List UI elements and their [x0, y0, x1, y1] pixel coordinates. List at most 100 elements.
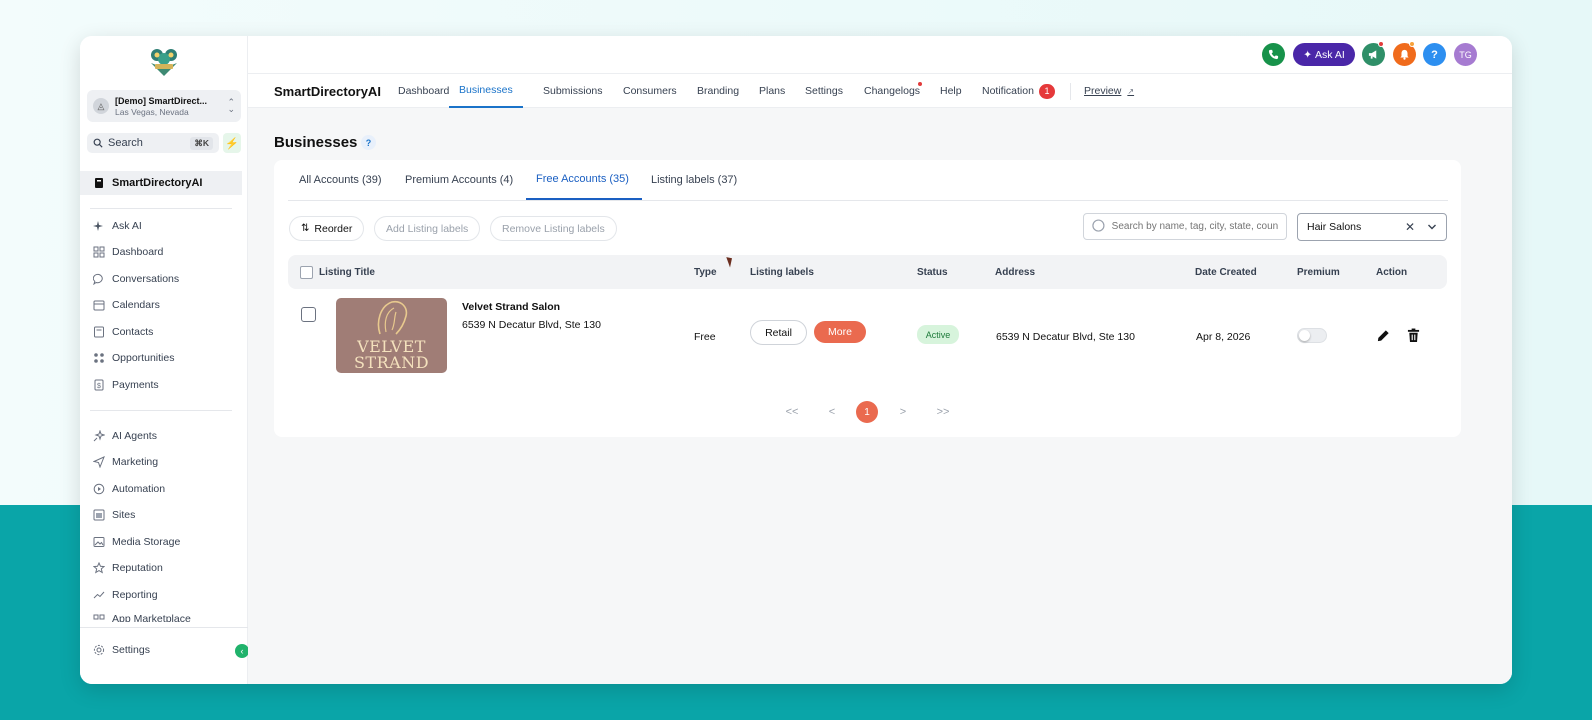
payments-icon: $	[92, 379, 105, 392]
sidebar-item-label: Automation	[112, 483, 166, 495]
sidebar-item-ai-agents[interactable]: AI Agents	[80, 425, 242, 447]
notification-count-badge: 1	[1038, 83, 1055, 99]
sidebar-item-contacts[interactable]: Contacts	[80, 321, 242, 343]
sidebar-item-media-storage[interactable]: Media Storage	[80, 531, 242, 553]
search-box[interactable]	[1083, 213, 1287, 240]
top-bar: ✦ Ask AI ? TG	[248, 36, 1512, 74]
dashboard-icon	[92, 246, 105, 259]
avatar[interactable]: TG	[1454, 43, 1477, 66]
col-listing-title: Listing Title	[319, 266, 375, 278]
sidebar-search-label: Search	[108, 137, 143, 149]
phone-icon[interactable]	[1262, 43, 1285, 66]
page-1-button[interactable]: 1	[856, 401, 878, 423]
first-page-icon[interactable]: <<	[784, 402, 800, 422]
ai-agents-icon	[92, 430, 105, 443]
gear-icon	[92, 644, 105, 657]
more-labels-button[interactable]: More	[814, 321, 866, 343]
help-icon[interactable]: ?	[1423, 43, 1446, 66]
edit-pencil-icon[interactable]	[1375, 327, 1391, 343]
label-retail[interactable]: Retail	[750, 320, 807, 345]
sidebar-item-automation[interactable]: Automation	[80, 478, 242, 500]
apps-icon	[92, 613, 105, 622]
lightning-icon[interactable]: ⚡	[223, 133, 241, 153]
preview-link[interactable]: Preview ↗	[1084, 74, 1134, 108]
tab-submissions[interactable]: Submissions	[543, 74, 603, 108]
col-premium: Premium	[1297, 266, 1340, 278]
woman-silhouette-logo-icon	[377, 300, 408, 335]
tab-branding[interactable]: Branding	[697, 74, 739, 108]
listing-address: 6539 N Decatur Blvd, Ste 130	[996, 331, 1135, 343]
tab-help[interactable]: Help	[940, 74, 962, 108]
sidebar-item-ask-ai[interactable]: Ask AI	[80, 215, 242, 237]
tab-free-accounts[interactable]: Free Accounts (35)	[526, 160, 642, 200]
category-filter-select[interactable]: Hair Salons ✕	[1297, 213, 1447, 241]
clear-icon[interactable]: ✕	[1405, 220, 1415, 234]
calendar-icon	[92, 299, 105, 312]
sidebar-item-reputation[interactable]: Reputation	[80, 557, 242, 579]
page-help-icon[interactable]: ?	[361, 135, 376, 150]
remove-listing-labels-button[interactable]: Remove Listing labels	[490, 216, 617, 241]
tab-notification[interactable]: Notification 1	[982, 74, 1055, 108]
sidebar-item-sites[interactable]: Sites	[80, 504, 242, 526]
sidebar-item-dashboard[interactable]: Dashboard	[80, 241, 242, 263]
sidebar-item-label: Settings	[112, 644, 150, 656]
col-listing-labels: Listing labels	[750, 266, 814, 278]
next-page-icon[interactable]: >	[898, 402, 908, 422]
tab-premium-accounts[interactable]: Premium Accounts (4)	[405, 160, 513, 200]
trend-icon	[92, 589, 105, 602]
sidebar-item-reporting[interactable]: Reporting	[80, 584, 242, 606]
select-all-checkbox[interactable]	[300, 255, 313, 289]
tab-notification-label: Notification	[982, 85, 1034, 97]
sidebar-item-smartdirectoryai[interactable]: SmartDirectoryAI	[80, 171, 242, 195]
sidebar-item-conversations[interactable]: Conversations	[80, 268, 242, 290]
book-icon	[92, 177, 105, 190]
last-page-icon[interactable]: >>	[935, 402, 951, 422]
delete-trash-icon[interactable]	[1405, 327, 1421, 343]
add-listing-labels-button[interactable]: Add Listing labels	[374, 216, 481, 241]
premium-toggle[interactable]	[1297, 328, 1327, 343]
prev-page-icon[interactable]: <	[827, 402, 837, 422]
listing-subtitle: 6539 N Decatur Blvd, Ste 130	[462, 319, 601, 331]
contacts-icon	[92, 326, 105, 339]
sort-icon: ⇅	[301, 223, 310, 234]
col-status: Status	[917, 266, 948, 278]
sidebar-item-label: Media Storage	[112, 536, 181, 548]
tab-all-accounts[interactable]: All Accounts (39)	[299, 160, 382, 200]
listing-title[interactable]: Velvet Strand Salon	[462, 301, 560, 313]
brand-title: SmartDirectoryAI	[274, 84, 381, 99]
sidebar-item-label: Contacts	[112, 326, 154, 338]
external-link-icon: ↗	[1127, 86, 1135, 96]
sidebar-divider	[80, 627, 248, 628]
sub-navigation: SmartDirectoryAI Dashboard Businesses Su…	[248, 74, 1512, 108]
tab-listing-labels[interactable]: Listing labels (37)	[651, 160, 737, 200]
search-input[interactable]	[1111, 221, 1278, 232]
sidebar-item-marketing[interactable]: Marketing	[80, 451, 242, 473]
chevron-down-icon[interactable]	[1427, 222, 1437, 232]
sidebar-item-calendars[interactable]: Calendars	[80, 294, 242, 316]
sparkle-icon	[92, 220, 105, 233]
main-content: Businesses ? All Accounts (39) Premium A…	[248, 108, 1512, 684]
sidebar-item-settings[interactable]: Settings	[80, 639, 242, 661]
collapse-sidebar-icon[interactable]: ‹	[235, 644, 249, 658]
listings-card: All Accounts (39) Premium Accounts (4) F…	[274, 160, 1461, 437]
reorder-button[interactable]: ⇅ Reorder	[289, 216, 365, 241]
row-checkbox[interactable]	[301, 307, 316, 322]
announcement-dot	[1378, 41, 1384, 47]
ask-ai-button[interactable]: ✦ Ask AI	[1293, 43, 1355, 66]
sidebar-item-label: Conversations	[112, 273, 180, 285]
tab-consumers[interactable]: Consumers	[623, 74, 677, 108]
tab-settings[interactable]: Settings	[805, 74, 843, 108]
svg-text:$: $	[97, 383, 101, 390]
sidebar-item-payments[interactable]: $ Payments	[80, 374, 242, 396]
tab-dashboard[interactable]: Dashboard	[398, 74, 449, 108]
sidebar-item-label: App Marketplace	[112, 613, 191, 622]
location-switcher[interactable]: ◬ [Demo] SmartDirect... Las Vegas, Nevad…	[87, 90, 241, 122]
preview-label: Preview	[1084, 85, 1122, 97]
tab-businesses[interactable]: Businesses	[449, 74, 523, 108]
sidebar-item-opportunities[interactable]: Opportunities	[80, 347, 242, 369]
tab-changelogs[interactable]: Changelogs	[864, 74, 920, 108]
sidebar-search[interactable]: Search ⌘K	[87, 133, 219, 153]
star-icon	[92, 562, 105, 575]
sidebar-item-app-marketplace[interactable]: App Marketplace	[80, 610, 242, 622]
tab-plans[interactable]: Plans	[759, 74, 785, 108]
